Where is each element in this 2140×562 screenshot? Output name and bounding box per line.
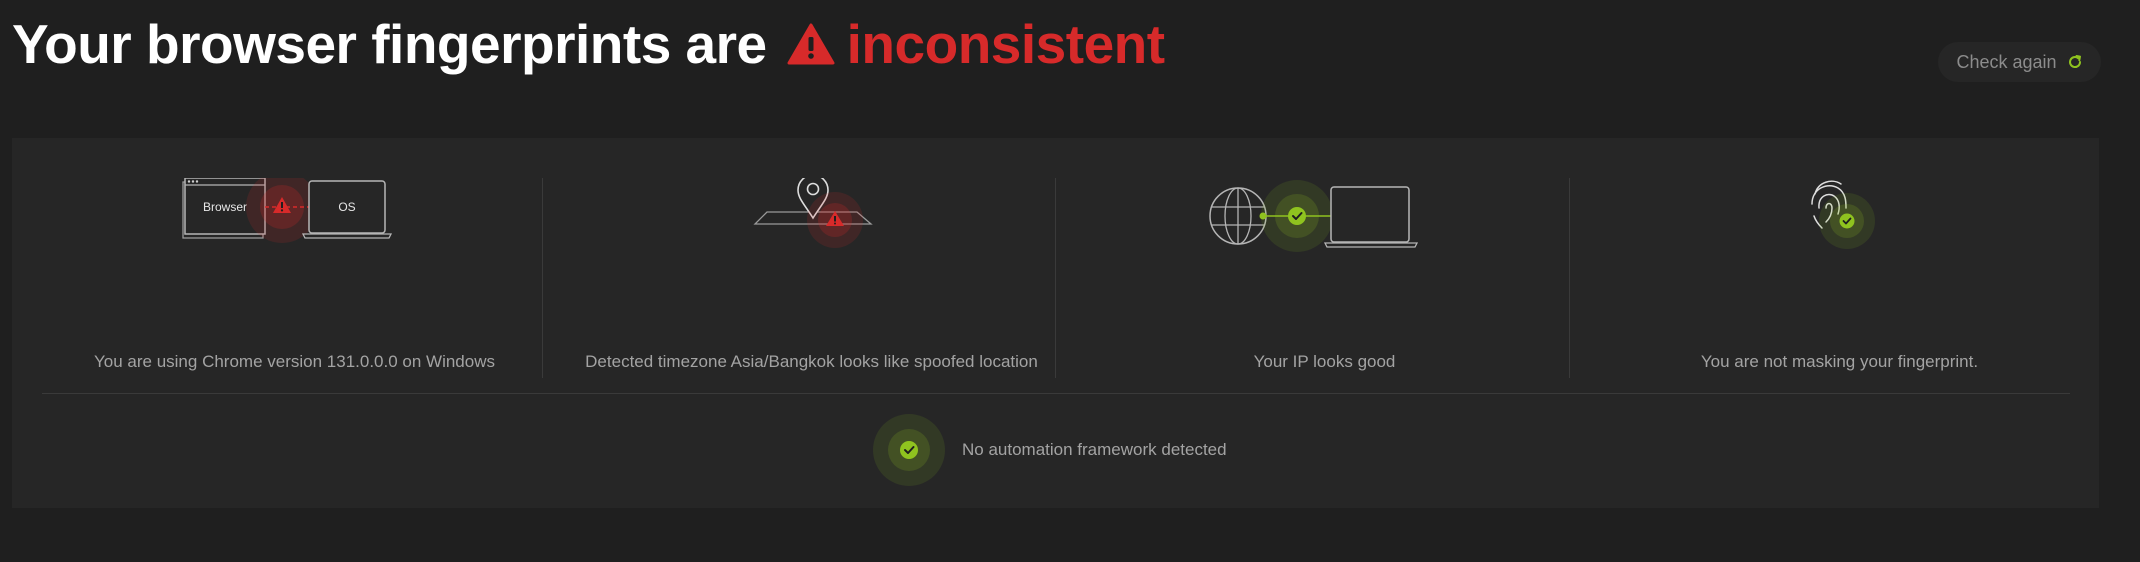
section-divider [42,393,2070,394]
check-circle-icon [1288,207,1306,225]
timezone-illustration [753,178,873,248]
card-divider [1055,178,1056,378]
check-circle-icon [873,414,945,486]
results-panel: Browser OS You are using Chrome version … [12,138,2099,508]
status-indicator: inconsistent [787,12,1165,76]
card-browser-os: Browser OS You are using Chrome version … [37,178,552,378]
browser-os-illustration: Browser OS [182,178,393,243]
page-title: Your browser fingerprints are inconsiste… [12,8,1165,80]
fingerprint-illustration [1811,180,1875,249]
card-ip: Your IP looks good [1067,178,1582,378]
automation-status: No automation framework detected [872,413,1227,487]
browser-os-text: You are using Chrome version 131.0.0.0 o… [94,352,495,371]
browser-label: Browser [203,200,247,214]
automation-text: No automation framework detected [962,440,1227,459]
page: Your browser fingerprints are inconsiste… [0,0,2140,562]
refresh-icon [2068,55,2081,68]
title-prefix: Your browser fingerprints are [12,13,767,75]
timezone-text: Detected timezone Asia/Bangkok looks lik… [585,352,1038,371]
laptop-icon: OS [301,180,393,239]
os-label: OS [338,200,355,214]
card-divider [542,178,543,378]
laptop-icon [1323,186,1419,248]
warning-triangle-icon [787,23,835,65]
check-circle-icon [1839,213,1855,229]
card-divider [1569,178,1570,378]
globe-icon [1209,187,1267,245]
check-again-label: Check again [1956,51,2057,72]
card-fingerprint: You are not masking your fingerprint. [1582,178,2097,378]
ip-text: Your IP looks good [1253,352,1396,371]
fingerprint-text: You are not masking your fingerprint. [1700,352,1979,371]
check-again-button[interactable]: Check again [1938,42,2101,82]
ip-illustration [1209,180,1419,252]
card-timezone: Detected timezone Asia/Bangkok looks lik… [554,178,1069,378]
status-word: inconsistent [846,13,1165,75]
